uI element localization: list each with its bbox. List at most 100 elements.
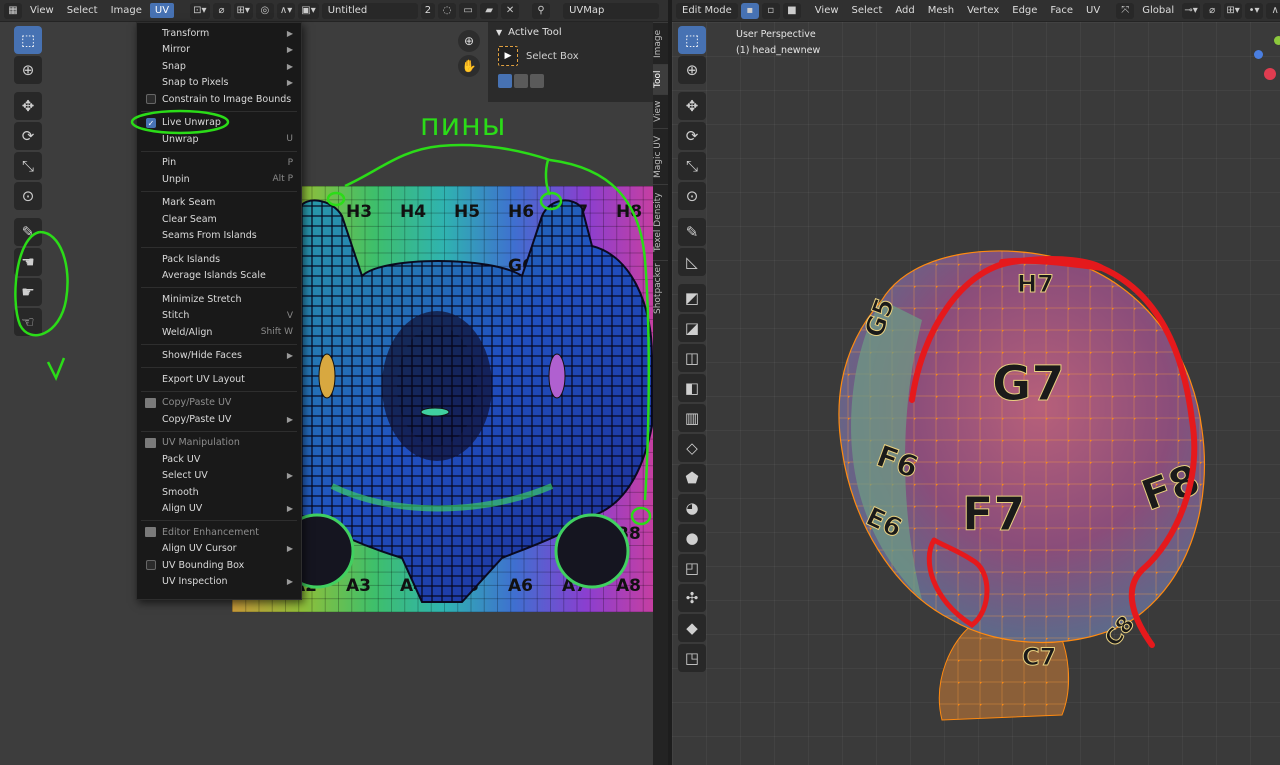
addon-icon bbox=[145, 527, 156, 538]
tab-texel-density[interactable]: Texel Density bbox=[653, 184, 668, 260]
menu-item-pack-islands[interactable]: Pack Islands bbox=[137, 251, 301, 268]
menu-item-label: Transform bbox=[162, 27, 210, 39]
menu-item-label: Stitch bbox=[162, 310, 190, 322]
collapse-arrow-icon: ▼ bbox=[496, 27, 503, 37]
tab-tool[interactable]: Tool bbox=[653, 64, 668, 94]
menu-view[interactable]: View bbox=[25, 3, 59, 18]
menu-item-label: Editor Enhancement bbox=[162, 526, 259, 538]
menu-item-align-uv-cursor[interactable]: Align UV Cursor ▶ bbox=[137, 541, 301, 558]
active-tool-header[interactable]: ▼ Active Tool bbox=[488, 22, 653, 42]
pivot-icon[interactable]: ⊡▾ bbox=[190, 2, 210, 19]
transform-tool-icon[interactable]: ⊙ bbox=[14, 182, 42, 210]
menu-item-clear-seam[interactable]: Clear Seam bbox=[137, 211, 301, 228]
editor-type-button[interactable]: ▦ bbox=[4, 2, 22, 19]
menu-item-copy-paste-uv[interactable]: Copy/Paste UV ▶ bbox=[137, 411, 301, 428]
menu-item-pack-uv[interactable]: Pack UV bbox=[137, 451, 301, 468]
cursor-tool-icon[interactable]: ⊕ bbox=[14, 56, 42, 84]
menu-item-weld-align[interactable]: Weld/Align Shift W bbox=[137, 324, 301, 341]
menu-item-constrain-to-image-bounds[interactable]: Constrain to Image Bounds bbox=[137, 91, 301, 108]
submenu-arrow-icon: ▶ bbox=[286, 544, 293, 554]
tab-shotpacker[interactable]: Shotpacker bbox=[653, 260, 668, 320]
select-box-icon[interactable]: ▶ bbox=[498, 46, 518, 66]
tab-view[interactable]: View bbox=[653, 94, 668, 128]
active-tool-panel: ▼ Active Tool ▶ Select Box bbox=[488, 22, 653, 102]
menu-item-transform[interactable]: Transform ▶ bbox=[137, 25, 301, 42]
menu-item-pin[interactable]: Pin P bbox=[137, 155, 301, 172]
menu-item-label: Unwrap bbox=[162, 133, 199, 145]
menu-image[interactable]: Image bbox=[106, 3, 147, 18]
head-mesh[interactable]: G7 F7 F8 F6 E6 C7 G5 C8 H7 bbox=[672, 0, 1280, 765]
mode-set-icon[interactable] bbox=[498, 74, 512, 88]
proportional-edit-icon[interactable]: ◎ bbox=[255, 2, 274, 19]
checkbox-icon[interactable]: ✓ bbox=[146, 117, 156, 128]
menu-item-uv-inspection[interactable]: UV Inspection ▶ bbox=[137, 574, 301, 591]
menu-item-shortcut: V bbox=[286, 310, 293, 321]
mode-subtract-icon[interactable] bbox=[530, 74, 544, 88]
checkbox-icon[interactable] bbox=[146, 560, 156, 571]
falloff-icon[interactable]: ∧▾ bbox=[276, 2, 296, 19]
menu-item-live-unwrap[interactable]: ✓ Live Unwrap bbox=[137, 115, 301, 132]
menu-item-smooth[interactable]: Smooth bbox=[137, 484, 301, 501]
open-folder-icon[interactable]: ▰ bbox=[480, 2, 499, 19]
menu-item-label: Constrain to Image Bounds bbox=[162, 93, 292, 105]
menu-item-uv-bounding-box[interactable]: UV Bounding Box bbox=[137, 557, 301, 574]
snap-icon[interactable]: ⊞▾ bbox=[233, 2, 253, 19]
menu-item-label: Copy/Paste UV bbox=[162, 413, 232, 425]
menu-item-snap[interactable]: Snap ▶ bbox=[137, 58, 301, 75]
menu-item-align-uv[interactable]: Align UV ▶ bbox=[137, 501, 301, 518]
scale-tool-icon[interactable]: ⤡ bbox=[14, 152, 42, 180]
menu-item-minimize-stretch[interactable]: Minimize Stretch bbox=[137, 291, 301, 308]
uv-editor-header: ▦ View Select Image UV ⊡▾ ⌀ ⊞▾ ◎ ∧▾ ▣▾ U… bbox=[0, 0, 668, 22]
menu-item-label: Mark Seam bbox=[162, 197, 216, 209]
pin-icon[interactable]: ⚲ bbox=[532, 2, 551, 19]
select-box-tool-icon[interactable]: ⬚ bbox=[14, 26, 42, 54]
menu-separator bbox=[141, 520, 297, 521]
submenu-arrow-icon: ▶ bbox=[286, 351, 293, 361]
menu-item-mirror[interactable]: Mirror ▶ bbox=[137, 42, 301, 59]
uv-dropdown-menu: Transform ▶ Mirror ▶ Snap ▶ Snap to Pixels ▶ Con… bbox=[136, 22, 302, 600]
uv-map-field[interactable]: UVMap bbox=[563, 2, 660, 19]
move-tool-icon[interactable]: ✥ bbox=[14, 92, 42, 120]
menu-item-unwrap[interactable]: Unwrap U bbox=[137, 131, 301, 148]
menu-item-label: Align UV bbox=[162, 503, 203, 515]
user-count: 2 bbox=[420, 2, 436, 19]
menu-uv[interactable]: UV bbox=[149, 3, 175, 18]
pinch-tool-icon[interactable]: ☜ bbox=[14, 308, 42, 336]
menu-item-mark-seam[interactable]: Mark Seam bbox=[137, 195, 301, 212]
menu-item-select-uv[interactable]: Select UV ▶ bbox=[137, 468, 301, 485]
image-name-field[interactable]: Untitled bbox=[321, 2, 418, 19]
fake-user-icon[interactable]: ◌ bbox=[438, 2, 457, 19]
menu-item-unpin[interactable]: Unpin Alt P bbox=[137, 171, 301, 188]
menu-separator bbox=[141, 430, 297, 432]
menu-item-stitch[interactable]: Stitch V bbox=[137, 308, 301, 325]
grab-tool-icon[interactable]: ☚ bbox=[14, 248, 42, 276]
menu-separator bbox=[141, 287, 297, 288]
zoom-view-icon[interactable]: ⊕ bbox=[458, 30, 480, 52]
menu-item-label: Mirror bbox=[162, 44, 190, 56]
submenu-arrow-icon: ▶ bbox=[286, 504, 293, 514]
submenu-arrow-icon: ▶ bbox=[286, 78, 293, 88]
3d-viewport[interactable]: Edit Mode ▪ ▫ ■ View Select Add Mesh Ver… bbox=[672, 0, 1280, 765]
mesh-label: H7 bbox=[1017, 270, 1054, 298]
image-browse-icon[interactable]: ▣▾ bbox=[298, 2, 319, 19]
menu-item-seams-from-islands[interactable]: Seams From Islands bbox=[137, 228, 301, 245]
menu-select[interactable]: Select bbox=[62, 3, 103, 18]
tab-image[interactable]: Image bbox=[653, 22, 668, 64]
mode-extend-icon[interactable] bbox=[514, 74, 528, 88]
rotate-tool-icon[interactable]: ⟳ bbox=[14, 122, 42, 150]
pan-view-icon[interactable]: ✋ bbox=[458, 55, 480, 77]
menu-item-label: Pack UV bbox=[162, 453, 201, 465]
menu-item-label: Seams From Islands bbox=[162, 230, 257, 242]
checkbox-icon[interactable] bbox=[146, 94, 156, 105]
close-icon[interactable]: ✕ bbox=[501, 2, 520, 19]
menu-item-export-uv-layout[interactable]: Export UV Layout bbox=[137, 371, 301, 388]
sync-select-icon[interactable]: ⌀ bbox=[212, 2, 231, 19]
menu-item-average-islands-scale[interactable]: Average Islands Scale bbox=[137, 268, 301, 285]
new-image-icon[interactable]: ▭ bbox=[459, 2, 478, 19]
relax-tool-icon[interactable]: ☛ bbox=[14, 278, 42, 306]
menu-item-show-hide-faces[interactable]: Show/Hide Faces ▶ bbox=[137, 348, 301, 365]
menu-section-uv-manipulation: UV Manipulation bbox=[137, 435, 301, 452]
annotate-tool-icon[interactable]: ✎ bbox=[14, 218, 42, 246]
tab-magic-uv[interactable]: Magic UV bbox=[653, 128, 668, 184]
menu-item-snap-to-pixels[interactable]: Snap to Pixels ▶ bbox=[137, 75, 301, 92]
